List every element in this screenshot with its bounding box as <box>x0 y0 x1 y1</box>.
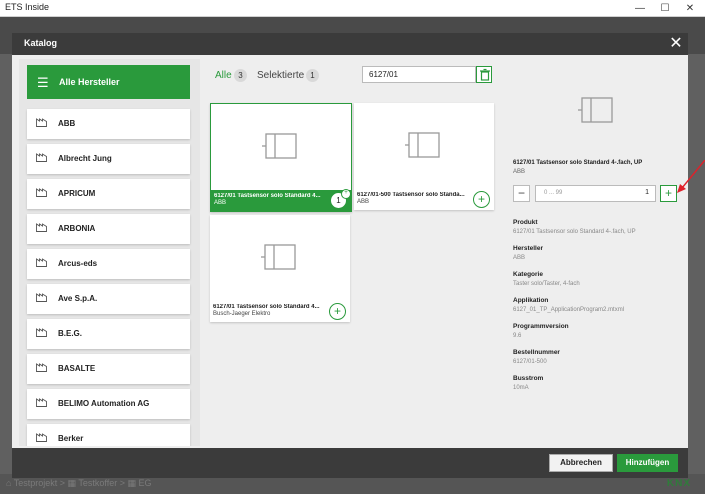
product-card-1[interactable]: 6127/01 Tastsensor solo Standard 4... AB… <box>210 103 352 212</box>
window-close-button[interactable]: ✕ <box>678 0 702 17</box>
product-card-2[interactable]: 6127/01-500 Tastsensor solo Standa... AB… <box>354 103 494 210</box>
manufacturer-label: ABB <box>58 119 76 128</box>
trash-icon <box>480 68 490 81</box>
detail-label: Programmversion <box>513 323 569 330</box>
product-name: 6127/01-500 Tastsensor solo Standa... <box>357 192 465 198</box>
product-card-3[interactable]: 6127/01 Tastsensor solo Standard 4... Bu… <box>210 215 350 322</box>
tab-selected-count: 1 <box>306 69 319 82</box>
detail-label: Produkt <box>513 219 538 226</box>
window-title: ETS Inside <box>5 2 50 12</box>
device-icon <box>262 133 297 159</box>
manufacturer-label: Arcus-eds <box>58 259 98 268</box>
factory-icon <box>36 398 47 407</box>
detail-manufacturer: ABB <box>513 169 526 175</box>
factory-icon <box>36 223 47 232</box>
detail-value: ABB <box>513 255 526 261</box>
manufacturer-label: Albrecht Jung <box>58 154 112 163</box>
detail-value: 6127_01_TP_ApplicationProgram2.mtxml <box>513 307 625 313</box>
manufacturer-label: APRICUM <box>58 189 96 198</box>
manufacturer-label: Ave S.p.A. <box>58 294 98 303</box>
detail-label: Hersteller <box>513 245 543 252</box>
clear-search-button[interactable] <box>476 66 492 83</box>
window-titlebar: ETS Inside — ☐ ✕ <box>0 0 705 17</box>
manufacturer-item[interactable]: APRICUM <box>27 179 190 209</box>
factory-icon <box>36 328 47 337</box>
increment-icon[interactable]: + <box>341 189 351 199</box>
manufacturer-item[interactable]: Albrecht Jung <box>27 144 190 174</box>
cancel-button[interactable]: Abbrechen <box>549 454 613 472</box>
background-breadcrumb: ⌂ Testprojekt > ▦ Testkoffer > ▦ EG <box>6 478 152 488</box>
factory-icon <box>36 293 47 302</box>
detail-value: Taster solo/Taster, 4-fach <box>513 281 580 287</box>
device-icon <box>261 244 296 270</box>
tab-all-count: 3 <box>234 69 247 82</box>
tab-all[interactable]: Alle <box>215 70 232 81</box>
search-input[interactable]: 6127/01 <box>362 66 476 83</box>
add-button[interactable]: Hinzufügen <box>617 454 678 472</box>
manufacturer-item[interactable]: Ave S.p.A. <box>27 284 190 314</box>
add-product-button[interactable]: + <box>473 191 490 208</box>
all-manufacturers-button[interactable]: ☰ Alle Hersteller <box>27 65 190 99</box>
manufacturer-item[interactable]: BASALTE <box>27 354 190 384</box>
tab-selected[interactable]: Selektierte <box>257 70 304 81</box>
detail-label: Kategorie <box>513 271 543 278</box>
factory-icon <box>36 153 47 162</box>
annotation-arrow-icon <box>677 160 705 193</box>
factory-icon <box>36 188 47 197</box>
dialog-title: Katalog <box>24 38 58 48</box>
decrement-button[interactable]: − <box>513 185 530 202</box>
manufacturer-item[interactable]: Arcus-eds <box>27 249 190 279</box>
manufacturer-item[interactable]: ARBONIA <box>27 214 190 244</box>
dialog-close-button[interactable]: ✕ <box>664 33 688 55</box>
detail-label: Bestellnummer <box>513 349 560 356</box>
factory-icon <box>36 433 47 442</box>
detail-label: Busstrom <box>513 375 544 382</box>
manufacturer-item[interactable]: Berker <box>27 424 190 446</box>
minimize-button[interactable]: — <box>628 0 652 17</box>
add-product-button[interactable]: + <box>329 303 346 320</box>
maximize-button[interactable]: ☐ <box>653 0 677 17</box>
manufacturer-label: ARBONIA <box>58 224 96 233</box>
quantity-placeholder: 0 ... 99 <box>544 190 563 196</box>
manufacturer-label: BASALTE <box>58 364 96 373</box>
factory-icon <box>36 363 47 372</box>
detail-value: 9.6 <box>513 333 522 339</box>
product-manufacturer: ABB <box>357 199 370 205</box>
device-icon <box>578 97 613 123</box>
detail-product-name: 6127/01 Tastsensor solo Standard 4-.fach… <box>513 160 643 166</box>
dialog-header <box>12 33 688 55</box>
manufacturer-label: B.E.G. <box>58 329 83 338</box>
quantity-value: 1 <box>645 189 649 196</box>
knx-logo: KNX <box>666 478 691 489</box>
detail-value: 10mA <box>513 385 529 391</box>
product-name: 6127/01 Tastsensor solo Standard 4... <box>213 304 320 310</box>
manufacturer-item[interactable]: B.E.G. <box>27 319 190 349</box>
manufacturer-label: BELIMO Automation AG <box>58 399 150 408</box>
manufacturer-item[interactable]: BELIMO Automation AG <box>27 389 190 419</box>
manufacturer-label: Berker <box>58 434 84 443</box>
manufacturer-item[interactable]: ABB <box>27 109 190 139</box>
product-manufacturer: Busch-Jaeger Elektro <box>213 311 271 317</box>
all-manufacturers-label: Alle Hersteller <box>59 77 120 87</box>
manufacturer-list: ☰ Alle Hersteller ABB Albrecht Jung APRICU… <box>19 59 200 446</box>
device-icon <box>405 132 440 158</box>
factory-icon <box>36 258 47 267</box>
product-manufacturer: ABB <box>214 200 227 206</box>
detail-value: 6127/01-500 <box>513 359 547 365</box>
product-name: 6127/01 Tastsensor solo Standard 4... <box>214 193 321 199</box>
detail-value: 6127/01 Tastsensor solo Standard 4-.fach… <box>513 229 636 235</box>
factory-icon <box>36 118 47 127</box>
quantity-field[interactable]: 0 ... 99 1 <box>535 185 656 202</box>
detail-label: Applikation <box>513 297 549 304</box>
menu-icon: ☰ <box>37 75 49 90</box>
